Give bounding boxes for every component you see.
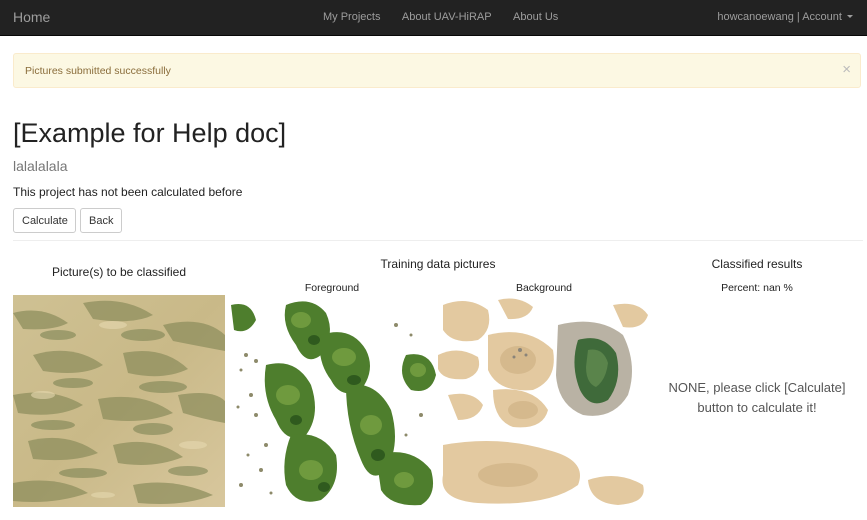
background-heading: Background (515, 282, 573, 294)
calculation-status: This project has not been calculated bef… (13, 185, 243, 199)
alert-message: Pictures submitted successfully (25, 65, 171, 77)
background-picture (438, 295, 650, 507)
nav-links: My Projects About UAV-HiRAP About Us (323, 11, 577, 23)
top-navbar: Home My Projects About UAV-HiRAP About U… (0, 0, 867, 36)
foreground-heading: Foreground (304, 282, 360, 294)
home-link[interactable]: Home (13, 9, 50, 25)
foreground-picture (226, 295, 438, 507)
divider (13, 240, 863, 241)
user-separator: | (796, 11, 800, 23)
success-alert: Pictures submitted successfully × (13, 53, 861, 88)
nav-about-us[interactable]: About Us (513, 11, 558, 23)
back-button[interactable]: Back (80, 208, 122, 233)
percent-readout: Percent: nan % (651, 282, 863, 294)
nav-about-uav-hirap[interactable]: About UAV-HiRAP (402, 11, 492, 23)
no-results-message: NONE, please click [Calculate] button to… (651, 378, 863, 418)
no-results-line-1: NONE, please click [Calculate] (668, 380, 846, 395)
close-icon[interactable]: × (842, 62, 851, 77)
username: howcanoewang (717, 11, 794, 23)
user-menu: howcanoewang | Account (717, 11, 853, 23)
to-classify-heading: Picture(s) to be classified (51, 265, 187, 279)
account-dropdown[interactable]: Account (802, 11, 842, 23)
nav-my-projects[interactable]: My Projects (323, 11, 380, 23)
classify-picture (13, 295, 225, 507)
calculate-button[interactable]: Calculate (13, 208, 76, 233)
results-heading: Classified results (711, 257, 803, 271)
training-heading: Training data pictures (380, 257, 496, 271)
project-subtitle: lalalalala (13, 158, 68, 174)
percent-value: nan % (763, 282, 793, 294)
project-title: [Example for Help doc] (13, 118, 287, 148)
caret-down-icon[interactable] (847, 15, 853, 18)
no-results-line-2: button to calculate it! (697, 400, 817, 415)
percent-label: Percent: (721, 282, 761, 294)
